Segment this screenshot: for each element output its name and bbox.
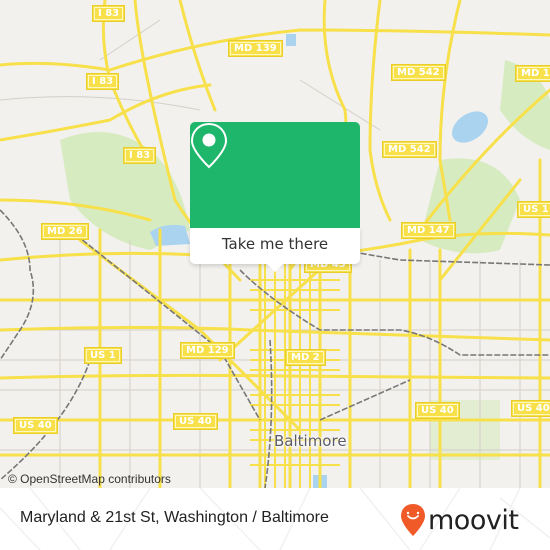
map-attribution[interactable]: © OpenStreetMap contributors: [8, 472, 171, 486]
location-popup: Take me there: [190, 122, 360, 272]
route-shield-i83: I 83: [86, 73, 120, 90]
route-shield-md129: MD 129: [180, 342, 235, 359]
route-shield-us40: US 40: [13, 417, 58, 434]
popup-pointer: [267, 264, 283, 272]
take-me-there-button[interactable]: Take me there: [190, 228, 360, 264]
footer-bar: Maryland & 21st St, Washington / Baltimo…: [0, 488, 550, 550]
route-shield-us40: US 40: [173, 413, 218, 430]
city-label: Baltimore: [274, 432, 347, 450]
moovit-logo[interactable]: moovit: [400, 502, 519, 538]
location-title: Maryland & 21st St, Washington / Baltimo…: [20, 509, 329, 526]
route-shield-md2: MD 2: [285, 349, 326, 366]
route-shield-us40: US 40: [415, 402, 460, 419]
moovit-pin-icon: [401, 504, 425, 536]
route-shield-us1: US 1: [84, 347, 122, 364]
route-shield-us1: US 1: [517, 201, 550, 218]
route-shield-us40: US 40: [511, 400, 550, 417]
route-shield-md26: MD 26: [41, 223, 89, 240]
map-view[interactable]: I 83 MD 139 MD 542 MD 14 I 83 I 83 MD 54…: [0, 0, 550, 488]
popup-header: [190, 122, 360, 228]
brand-name: moovit: [428, 504, 519, 536]
route-shield-i83: I 83: [92, 5, 126, 22]
map-pin-icon: [190, 122, 228, 169]
route-shield-md139: MD 139: [228, 40, 283, 57]
route-shield-md14: MD 14: [515, 65, 550, 82]
route-shield-md542: MD 542: [391, 64, 446, 81]
route-shield-md147: MD 147: [401, 222, 456, 239]
route-shield-md542: MD 542: [382, 141, 437, 158]
route-shield-i83: I 83: [123, 147, 157, 164]
